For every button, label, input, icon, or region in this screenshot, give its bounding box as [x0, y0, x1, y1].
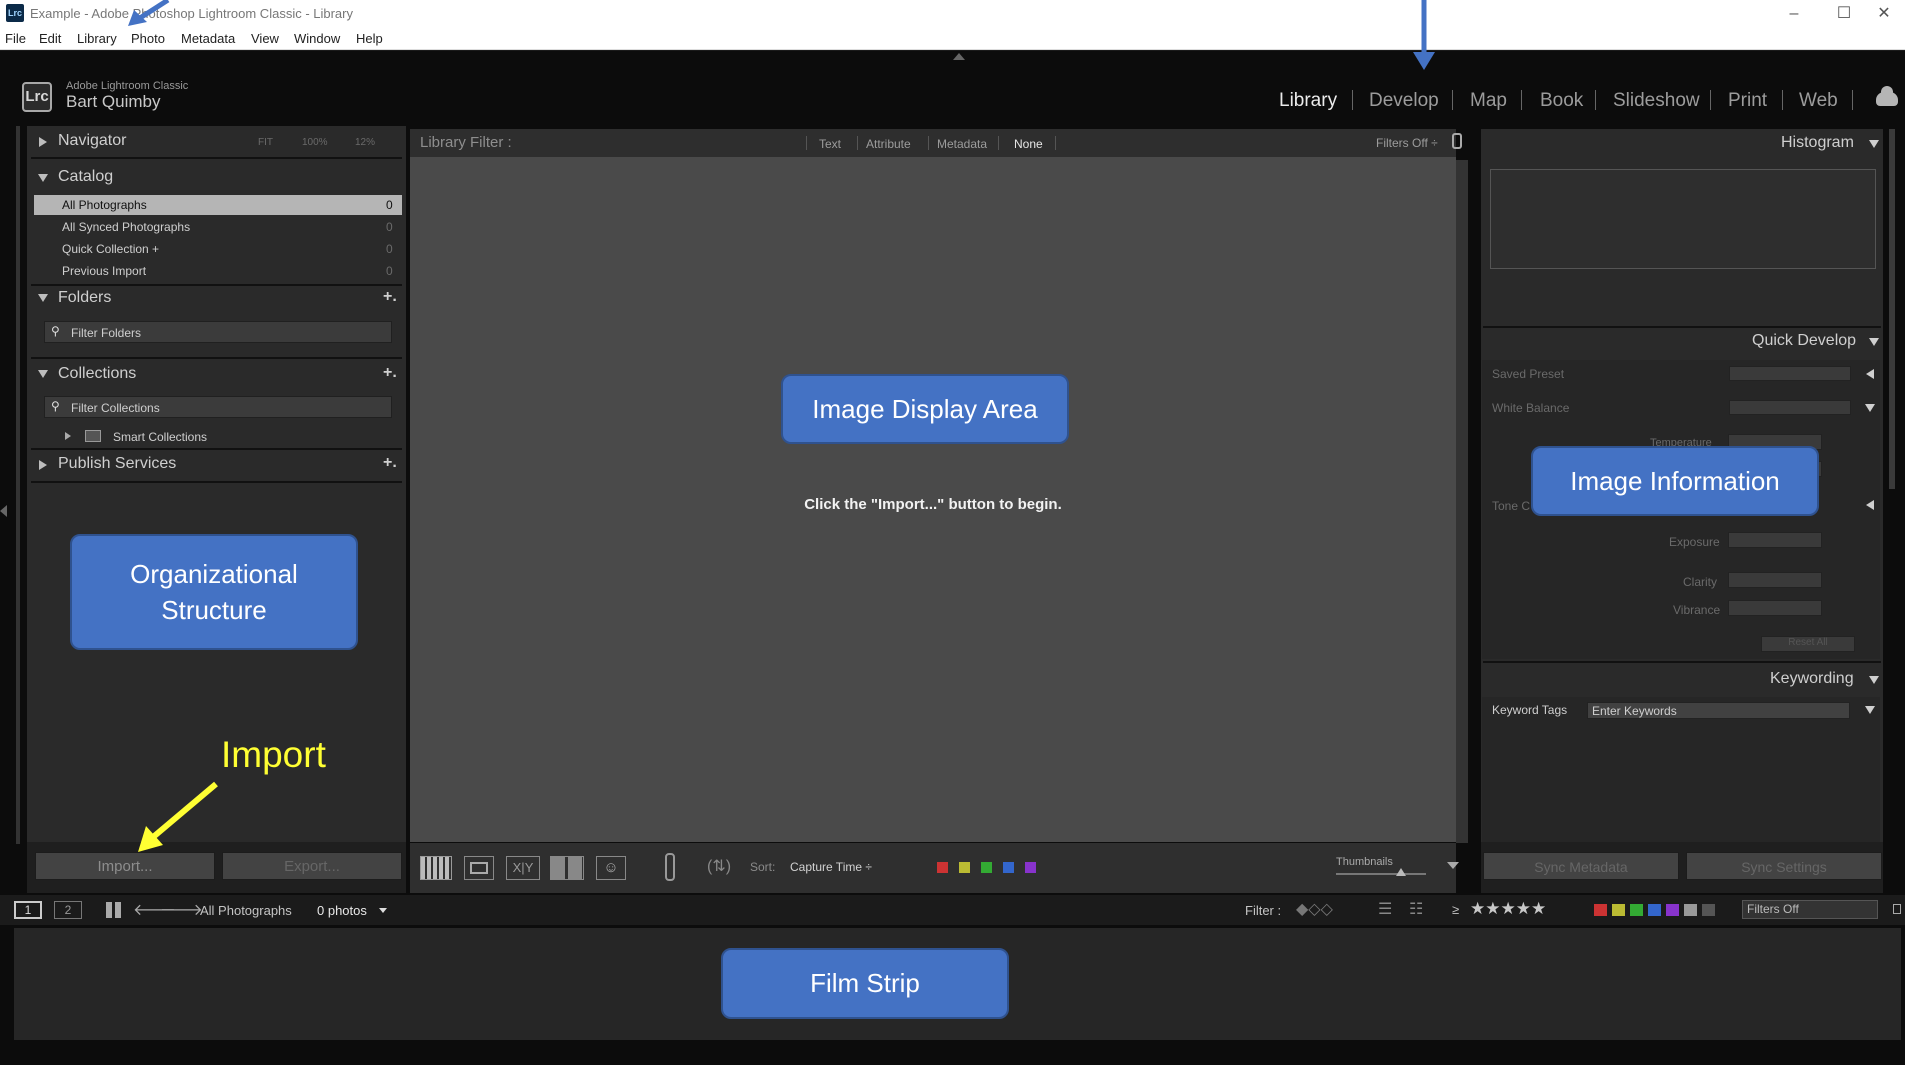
import-arrow-icon [138, 781, 218, 852]
annotation-arrows [128, 0, 1435, 852]
module-pointer-arrow-icon [1413, 0, 1435, 70]
menu-pointer-arrow-icon [128, 0, 170, 26]
